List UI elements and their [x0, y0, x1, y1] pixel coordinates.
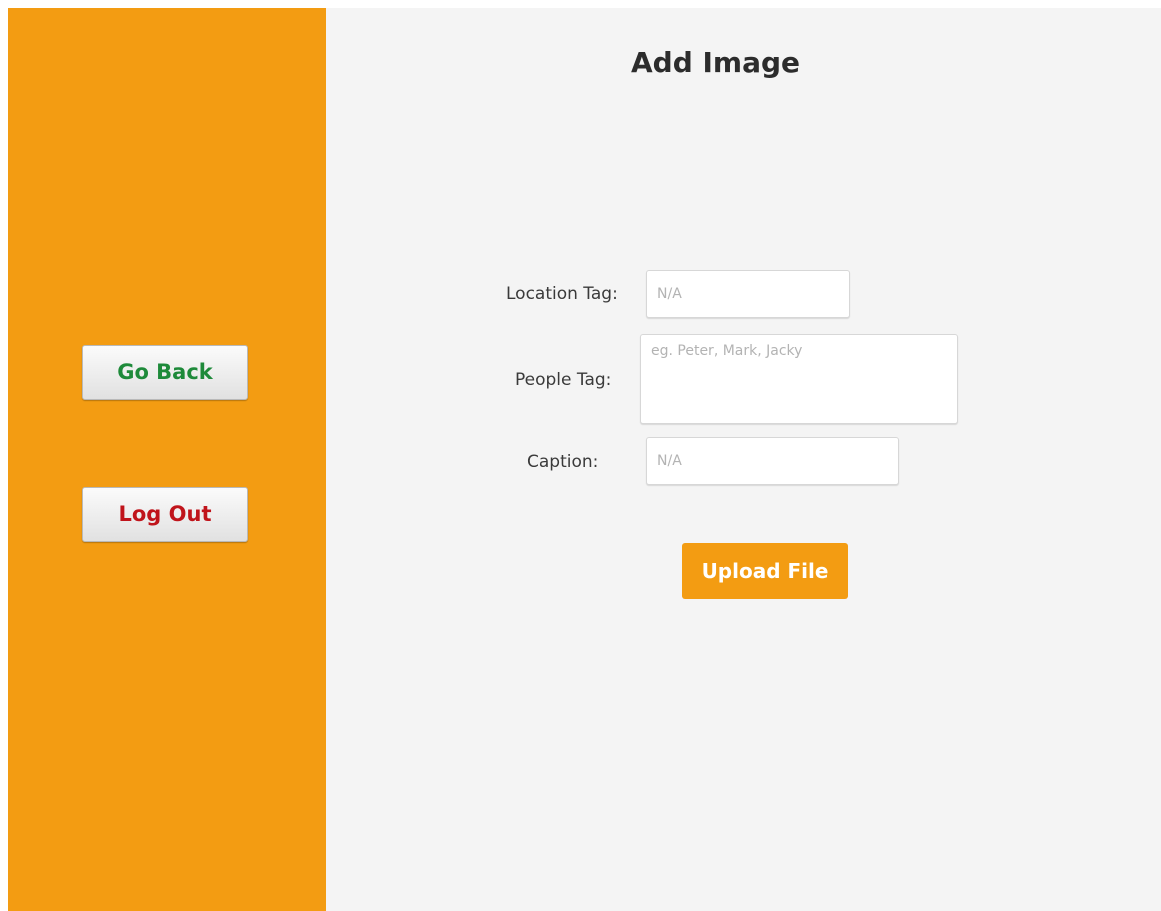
upload-file-button[interactable]: Upload File	[682, 543, 848, 599]
people-tag-input[interactable]	[640, 334, 958, 424]
location-tag-input[interactable]	[646, 270, 850, 318]
log-out-button[interactable]: Log Out	[82, 487, 248, 542]
sidebar: Go Back Log Out	[8, 8, 326, 911]
caption-input[interactable]	[646, 437, 899, 485]
caption-label: Caption:	[527, 452, 599, 472]
page-title: Add Image	[630, 46, 801, 79]
location-tag-label: Location Tag:	[506, 284, 618, 304]
people-tag-label: People Tag:	[515, 370, 612, 390]
app-window: Go Back Log Out Add Image Location Tag: …	[8, 8, 1161, 911]
go-back-button[interactable]: Go Back	[82, 345, 248, 400]
main-panel: Add Image Location Tag: People Tag: Capt…	[326, 8, 1161, 911]
